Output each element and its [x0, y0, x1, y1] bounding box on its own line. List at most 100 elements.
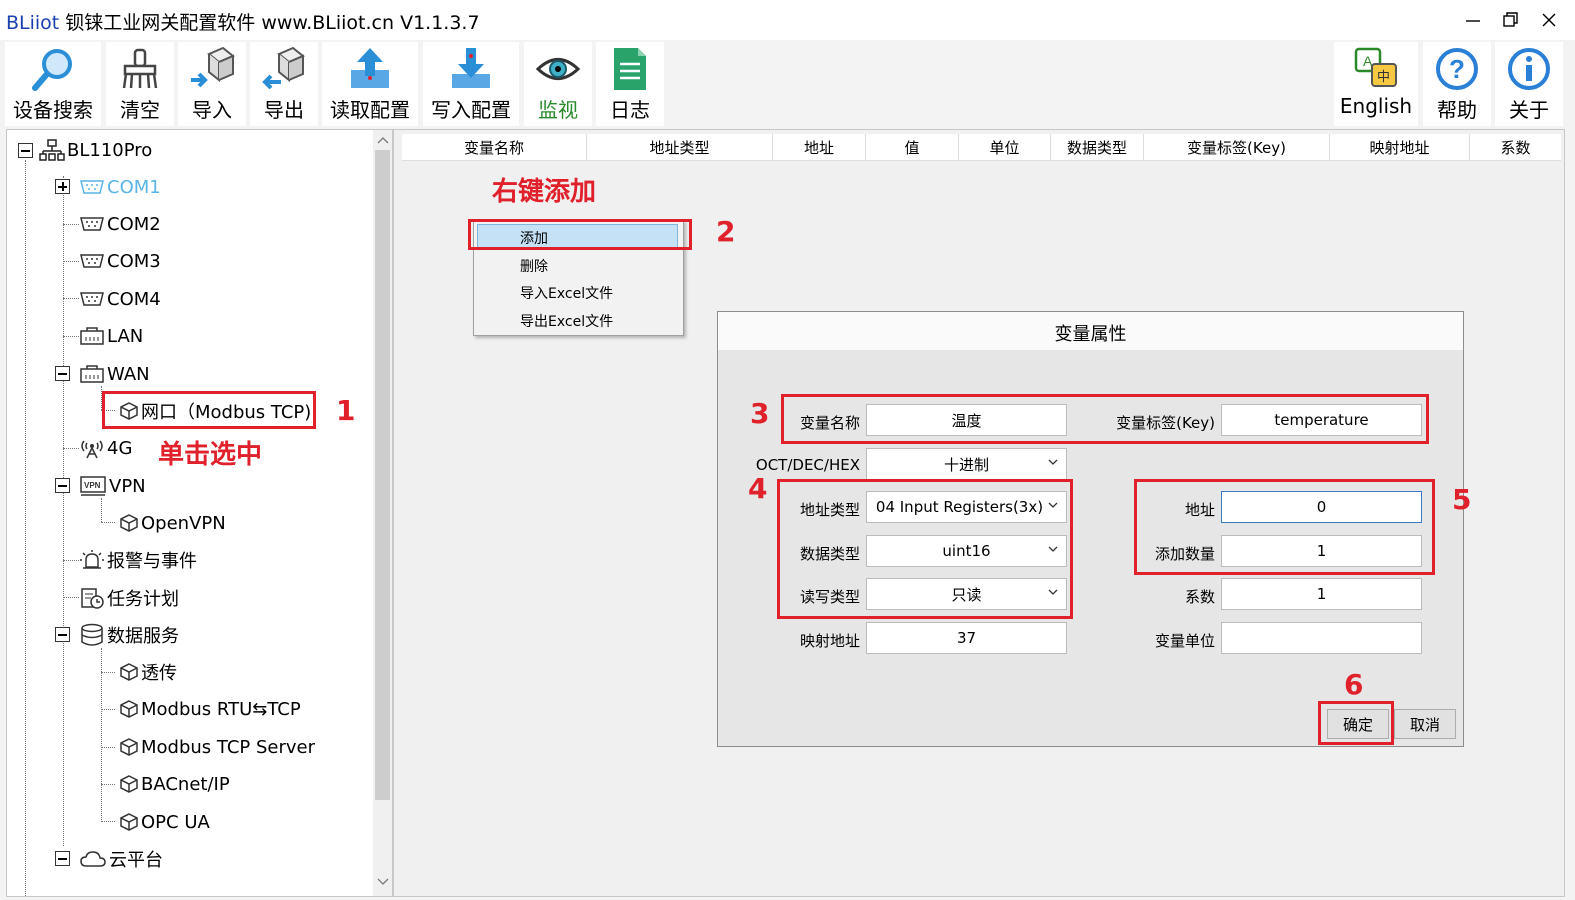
device-tree: BL110Pro COM1 COM2 COM3 COM4 LAN WAN 网口（… [6, 129, 393, 897]
highlight-ok-button [1318, 701, 1394, 745]
import-button[interactable]: 导入 [178, 42, 246, 126]
tree-com1-label: COM1 [107, 176, 161, 198]
close-button[interactable] [1527, 4, 1571, 36]
tree-node-com3[interactable]: COM3 [79, 249, 161, 273]
column-header[interactable]: 映射地址 [1330, 134, 1470, 160]
unit-input[interactable] [1221, 622, 1422, 654]
read-config-label: 读取配置 [330, 98, 410, 122]
tree-transparent-label: 透传 [141, 663, 177, 684]
column-header[interactable]: 系数 [1470, 134, 1561, 160]
tree-node-transparent[interactable]: 透传 [119, 660, 177, 684]
tree-opcua-label: OPC UA [141, 811, 210, 833]
vpn-icon: VPN [80, 476, 106, 496]
tree-node-data-service[interactable]: 数据服务 [79, 623, 179, 647]
cube-icon [120, 738, 138, 756]
scroll-down-icon [377, 878, 389, 885]
schedule-icon [81, 588, 104, 609]
root-collapse-toggle[interactable] [18, 143, 33, 158]
monitor-button[interactable]: 监视 [524, 42, 592, 126]
window-title: BLiiot 钡铼工业网关配置软件 www.BLiiot.cn V1.1.3.7 [6, 8, 480, 35]
radix-select[interactable]: 十进制 [866, 448, 1067, 480]
map-addr-input[interactable]: 37 [866, 622, 1067, 654]
tree-node-alarm[interactable]: 报警与事件 [79, 548, 197, 572]
tree-node-com4[interactable]: COM4 [79, 287, 161, 311]
serial-port-icon [80, 217, 104, 231]
coef-label: 系数 [1184, 588, 1215, 606]
menu-item-import-excel[interactable]: 导入Excel文件 [520, 283, 613, 303]
tree-node-openvpn[interactable]: OpenVPN [119, 511, 226, 535]
chevron-down-icon [1048, 459, 1058, 465]
tree-node-4g[interactable]: 4G [79, 436, 132, 460]
tree-node-wan[interactable]: WAN [79, 362, 150, 386]
tree-openvpn-label: OpenVPN [141, 512, 226, 534]
window-title-text: 钡铼工业网关配置软件 www.BLiiot.cn V1.1.3.7 [59, 12, 480, 34]
monitor-label: 监视 [538, 98, 578, 122]
menu-item-export-excel[interactable]: 导出Excel文件 [520, 311, 613, 331]
tree-com4-label: COM4 [107, 288, 161, 310]
tree-node-bacnet[interactable]: BACnet/IP [119, 772, 230, 796]
wan-collapse-toggle[interactable] [55, 366, 70, 381]
tree-node-lan[interactable]: LAN [79, 324, 143, 348]
antenna-icon [81, 440, 103, 459]
log-label: 日志 [610, 98, 650, 122]
help-button[interactable]: ? 帮助 [1423, 42, 1491, 126]
clear-button[interactable]: 清空 [106, 42, 174, 126]
search-device-label: 设备搜索 [13, 98, 93, 122]
cancel-button[interactable]: 取消 [1394, 709, 1456, 739]
tree-node-cloud[interactable]: 云平台 [79, 847, 163, 871]
annotation-6: 6 [1344, 668, 1364, 701]
english-button[interactable]: A中 English [1334, 42, 1418, 126]
unit-label: 变量单位 [1154, 632, 1215, 650]
close-icon [1542, 13, 1556, 27]
tree-node-com1[interactable]: COM1 [79, 175, 161, 199]
cube-icon [120, 775, 138, 793]
menu-item-delete[interactable]: 删除 [520, 256, 548, 276]
minimize-icon [1466, 20, 1480, 22]
column-header[interactable]: 单位 [959, 134, 1051, 160]
about-button[interactable]: 关于 [1495, 42, 1563, 126]
tree-scrollbar-thumb[interactable] [375, 150, 390, 800]
help-icon: ? [1436, 48, 1478, 90]
tree-node-tcp-server[interactable]: Modbus TCP Server [119, 735, 315, 759]
tree-node-task[interactable]: 任务计划 [79, 586, 179, 610]
column-header[interactable]: 变量名称 [402, 134, 587, 160]
column-header[interactable]: 地址 [773, 134, 866, 160]
column-header[interactable]: 地址类型 [587, 134, 773, 160]
column-header[interactable]: 数据类型 [1051, 134, 1144, 160]
svg-text:?: ? [1449, 54, 1465, 84]
tree-node-rtu-tcp[interactable]: Modbus RTU⇆TCP [119, 697, 301, 721]
write-config-label: 写入配置 [431, 98, 511, 122]
broom-icon [122, 48, 158, 89]
svg-text:VPN: VPN [84, 481, 101, 490]
tree-node-com2[interactable]: COM2 [79, 212, 161, 236]
grid-header: 变量名称 地址类型 地址 值 单位 数据类型 变量标签(Key) 映射地址 系数 [402, 134, 1561, 161]
scroll-up-icon [377, 137, 389, 144]
write-config-button[interactable]: 写入配置 [423, 42, 519, 126]
ethernet-port-icon [80, 365, 104, 383]
read-config-button[interactable]: 读取配置 [322, 42, 418, 126]
export-button[interactable]: 导出 [250, 42, 318, 126]
clear-label: 清空 [120, 98, 160, 122]
column-header[interactable]: 变量标签(Key) [1144, 134, 1330, 160]
map-addr-label: 映射地址 [799, 632, 860, 650]
cloud-collapse-toggle[interactable] [55, 851, 70, 866]
column-header[interactable]: 值 [866, 134, 959, 160]
log-button[interactable]: 日志 [596, 42, 664, 126]
coef-input[interactable]: 1 [1221, 578, 1422, 610]
export-label: 导出 [264, 98, 304, 122]
annotation-4: 4 [748, 472, 768, 505]
tree-node-vpn[interactable]: VPN VPN [79, 474, 146, 498]
highlight-type-fields [777, 479, 1073, 619]
tree-vpn-label: VPN [109, 475, 146, 497]
search-device-button[interactable]: 设备搜索 [5, 42, 101, 126]
com1-expand-toggle[interactable] [55, 179, 70, 194]
data-service-collapse-toggle[interactable] [55, 627, 70, 642]
tree-com3-label: COM3 [107, 250, 161, 272]
import-box-icon [191, 46, 235, 88]
help-label: 帮助 [1437, 98, 1477, 122]
highlight-name-key [781, 394, 1429, 444]
tree-node-opcua[interactable]: OPC UA [119, 810, 210, 834]
vpn-collapse-toggle[interactable] [55, 478, 70, 493]
tree-node-root[interactable]: BL110Pro [39, 138, 152, 162]
tree-task-label: 任务计划 [107, 589, 179, 610]
